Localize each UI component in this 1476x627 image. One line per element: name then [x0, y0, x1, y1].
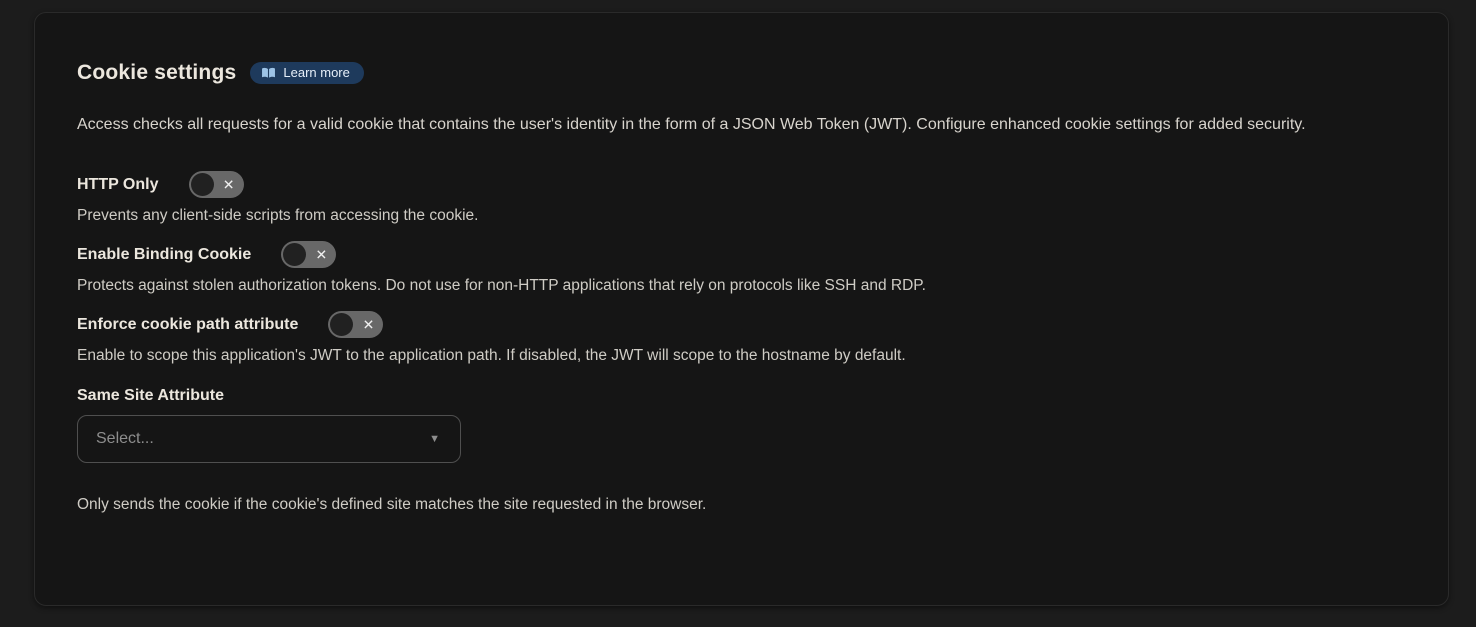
x-icon: ✕	[316, 247, 328, 261]
http-only-help: Prevents any client-side scripts from ac…	[77, 207, 1406, 225]
setting-http-only: HTTP Only ✕ Prevents any client-side scr…	[77, 171, 1406, 225]
select-placeholder: Select...	[96, 430, 154, 448]
learn-more-label: Learn more	[283, 66, 349, 79]
same-site-help: Only sends the cookie if the cookie's de…	[77, 496, 1406, 514]
settings-list: HTTP Only ✕ Prevents any client-side scr…	[77, 171, 1406, 514]
page-title: Cookie settings	[77, 61, 236, 85]
http-only-toggle[interactable]: ✕	[189, 171, 244, 198]
chevron-down-icon: ▼	[429, 433, 440, 445]
binding-cookie-label: Enable Binding Cookie	[77, 246, 251, 264]
x-icon: ✕	[223, 177, 235, 191]
binding-cookie-help: Protects against stolen authorization to…	[77, 277, 1406, 295]
toggle-knob	[191, 173, 214, 196]
binding-cookie-toggle[interactable]: ✕	[281, 241, 336, 268]
toggle-knob	[330, 313, 353, 336]
card-header: Cookie settings Learn more	[77, 61, 1406, 85]
cookie-path-label: Enforce cookie path attribute	[77, 316, 298, 334]
learn-more-button[interactable]: Learn more	[250, 62, 363, 84]
cookie-path-toggle[interactable]: ✕	[328, 311, 383, 338]
http-only-label: HTTP Only	[77, 176, 159, 194]
x-icon: ✕	[363, 317, 375, 331]
cookie-path-help: Enable to scope this application's JWT t…	[77, 347, 1406, 365]
cookie-settings-card: Cookie settings Learn more Access checks…	[34, 12, 1449, 606]
same-site-select[interactable]: Select... ▼	[77, 415, 461, 463]
same-site-label: Same Site Attribute	[77, 387, 1406, 405]
book-icon	[261, 67, 276, 79]
setting-binding-cookie: Enable Binding Cookie ✕ Protects against…	[77, 241, 1406, 295]
toggle-knob	[283, 243, 306, 266]
setting-cookie-path: Enforce cookie path attribute ✕ Enable t…	[77, 311, 1406, 365]
section-description: Access checks all requests for a valid c…	[77, 109, 1406, 141]
